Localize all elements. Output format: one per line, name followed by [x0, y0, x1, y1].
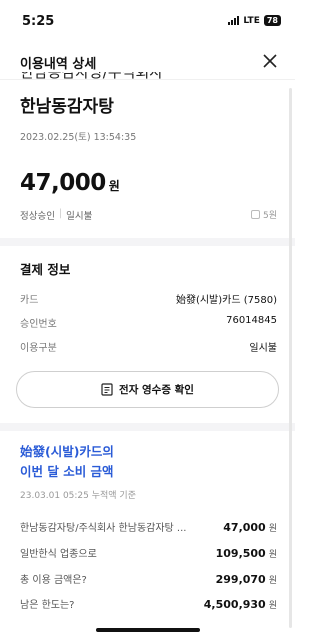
info-label: 카드 — [20, 295, 39, 306]
monthly-title-line2: 이번 달 소비 금액 — [20, 464, 114, 479]
summary-value: 47,000 — [223, 521, 266, 534]
info-row-approval: 승인번호 76014845 — [20, 315, 277, 330]
payment-type: 일시불 — [66, 211, 93, 222]
points-value: 5원 — [262, 211, 277, 221]
summary-row: 일반한식 업종으로 109,500 원 — [20, 545, 277, 560]
amount-display: 47,000 원 — [20, 170, 120, 196]
amount-value: 47,000 — [20, 170, 106, 196]
amount-unit: 원 — [108, 179, 120, 193]
monthly-spend-title: 始發(시발)카드의 이번 달 소비 금액 — [20, 442, 114, 482]
summary-label: 남은 한도는? — [20, 600, 75, 611]
summary-row: 총 이용 금액은? 299,070 원 — [20, 571, 277, 586]
summary-row: 한남동감자탕/주식회사 한남동감자탕 ... 47,000 원 — [20, 519, 277, 534]
section-divider — [0, 423, 295, 431]
e-receipt-label: 전자 영수증 확인 — [119, 384, 194, 396]
status-separator: | — [58, 208, 63, 219]
info-row-card: 카드 始發(시발)카드 (7580) — [20, 291, 277, 306]
home-indicator[interactable] — [96, 628, 200, 632]
info-label: 이용구분 — [20, 343, 57, 354]
summary-label: 한남동감자탕/주식회사 한남동감자탕 ... — [20, 523, 187, 534]
summary-value: 299,070 — [215, 573, 266, 586]
merchant-name: 한남동감자탕 — [20, 97, 114, 117]
points-badge: 5원 — [250, 208, 277, 221]
info-value: 일시불 — [249, 343, 277, 354]
summary-unit: 원 — [268, 524, 277, 534]
info-value: 76014845 — [226, 315, 277, 326]
info-row-usage-type: 이용구분 일시불 — [20, 339, 277, 354]
summary-value: 4,500,930 — [203, 598, 266, 611]
monthly-as-of: 23.03.01 05:25 누적액 기준 — [20, 491, 136, 501]
page-title: 이용내역 상세 — [20, 57, 97, 72]
info-label: 승인번호 — [20, 319, 57, 330]
signal-icon — [228, 16, 240, 25]
scrollbar[interactable] — [289, 88, 292, 628]
close-icon[interactable] — [261, 52, 279, 70]
summary-label: 총 이용 금액은? — [20, 575, 87, 586]
points-icon — [250, 210, 260, 219]
monthly-title-line1: 始發(시발)카드의 — [20, 444, 114, 459]
network-label: LTE — [243, 15, 260, 26]
clipped-merchant-title: 한남동감자탕/주식회사 — [20, 72, 164, 81]
approval-status: 정상승인 — [20, 211, 55, 222]
status-bar: 5:25 LTE 78 — [0, 0, 295, 44]
section-divider — [0, 238, 295, 246]
e-receipt-button[interactable]: 전자 영수증 확인 — [16, 371, 279, 408]
approval-status-line: 정상승인 | 일시불 — [20, 208, 92, 222]
summary-value: 109,500 — [215, 547, 266, 560]
transaction-datetime: 2023.02.25(토) 13:54:35 — [20, 132, 137, 143]
summary-row: 남은 한도는? 4,500,930 원 — [20, 596, 277, 611]
receipt-icon — [101, 383, 113, 396]
summary-unit: 원 — [268, 601, 277, 611]
status-time: 5:25 — [22, 14, 55, 29]
battery-icon: 78 — [263, 15, 281, 26]
summary-unit: 원 — [268, 550, 277, 560]
status-indicators: LTE 78 — [228, 15, 281, 26]
info-value: 始發(시발)카드 (7580) — [175, 295, 277, 306]
summary-label: 일반한식 업종으로 — [20, 549, 97, 560]
payment-info-title: 결제 정보 — [20, 262, 71, 277]
summary-unit: 원 — [268, 576, 277, 586]
